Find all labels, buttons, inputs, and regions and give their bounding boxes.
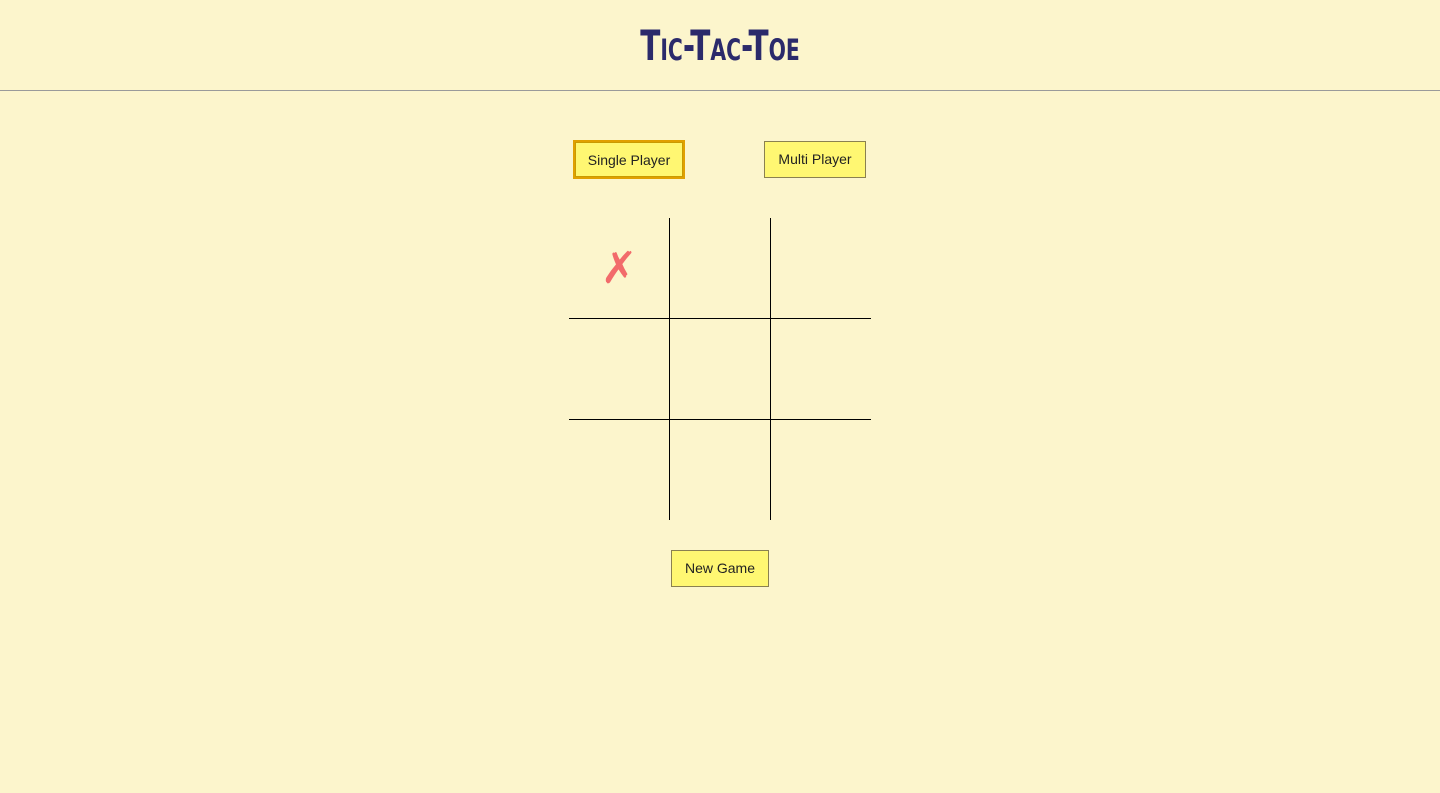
multi-player-button[interactable]: Multi Player — [764, 141, 866, 178]
new-game-button[interactable]: New Game — [671, 550, 769, 587]
board-cell-1-2[interactable] — [771, 319, 871, 419]
single-player-button[interactable]: Single Player — [573, 140, 685, 179]
board-cell-0-1[interactable] — [670, 218, 770, 318]
board-cell-2-0[interactable] — [569, 420, 669, 520]
board-cell-2-1[interactable] — [670, 420, 770, 520]
board-cell-1-0[interactable] — [569, 319, 669, 419]
board-cell-1-1[interactable] — [670, 319, 770, 419]
header: Tic-Tac-Toe — [0, 0, 1440, 91]
game-board: ✗ — [569, 218, 871, 520]
board-cell-0-2[interactable] — [771, 218, 871, 318]
board-cell-2-2[interactable] — [771, 420, 871, 520]
board-cell-0-0[interactable]: ✗ — [569, 218, 669, 318]
page-title: Tic-Tac-Toe — [640, 21, 800, 70]
